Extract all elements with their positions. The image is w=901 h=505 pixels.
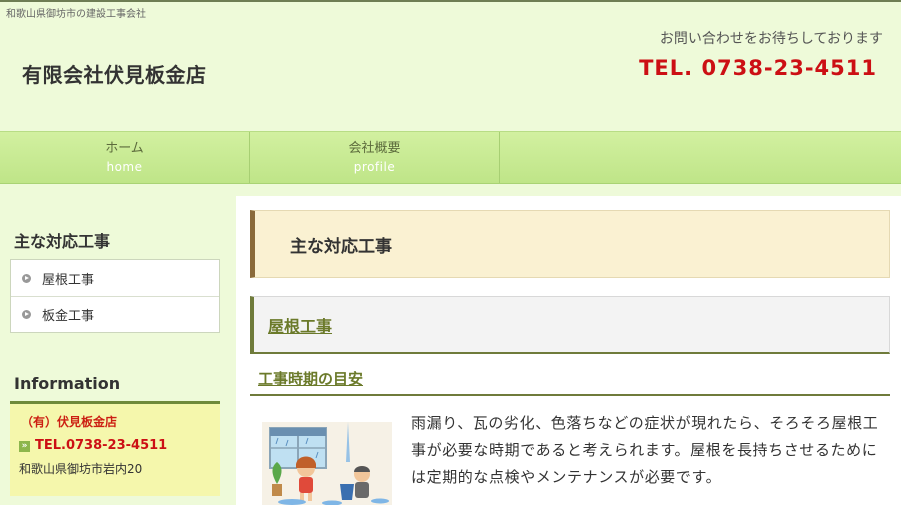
nav-item-sublabel: profile <box>353 159 396 174</box>
arrow-bullet-icon <box>22 273 31 283</box>
sidebar-item-label: 屋根工事 <box>42 272 95 288</box>
arrow-bullet-icon <box>22 310 31 319</box>
subsection-title[interactable]: 工事時期の目安 <box>250 364 890 396</box>
nav-item-sublabel: home <box>106 159 143 174</box>
sidebar-item-roofing[interactable]: 屋根工事 <box>11 260 219 296</box>
global-navigation: ホーム home 会社概要 profile <box>0 131 901 184</box>
nav-item-label: 会社概要 <box>348 140 401 156</box>
contact-message: お問い合わせをお待ちしております <box>659 31 883 47</box>
info-phone-number: TEL.0738-23-4511 <box>35 438 168 453</box>
site-title[interactable]: 有限会社伏見板金店 <box>22 59 207 88</box>
page-title: 主な対応工事 <box>250 210 890 278</box>
site-tagline: 和歌山県御坊市の建設工事会社 <box>6 9 146 20</box>
body-text: 雨漏り、瓦の劣化、色落ちなどの症状が現れたら、そろそろ屋根工事が必要な時期である… <box>411 414 879 486</box>
info-company-name: （有）伏見板金店 <box>21 415 118 429</box>
nav-item-profile[interactable]: 会社概要 profile <box>250 132 500 183</box>
nav-item-label: ホーム <box>105 140 144 156</box>
information-box: （有）伏見板金店 » TEL.0738-23-4511 和歌山県御坊市岩内20 <box>10 404 220 496</box>
nav-item-home[interactable]: ホーム home <box>0 132 250 183</box>
info-phone[interactable]: » TEL.0738-23-4511 <box>19 437 211 455</box>
double-chevron-icon: » <box>19 440 30 452</box>
sidebar-item-sheet-metal[interactable]: 板金工事 <box>11 296 219 332</box>
roof-leak-illustration <box>262 422 392 505</box>
main-content: 主な対応工事 屋根工事 工事時期の目安 雨漏り、瓦の劣化、色落ちなどの症状が現れ… <box>236 196 901 505</box>
sidebar-heading-information: Information <box>10 374 220 404</box>
section-title-roofing[interactable]: 屋根工事 <box>250 296 890 354</box>
sidebar-menu: 屋根工事 板金工事 <box>10 259 220 333</box>
header-phone-number[interactable]: TEL. 0738-23-4511 <box>639 56 877 80</box>
sidebar-item-label: 板金工事 <box>42 309 95 324</box>
sidebar-heading-services: 主な対応工事 <box>10 228 220 263</box>
top-border <box>0 0 901 2</box>
info-address: 和歌山県御坊市岩内20 <box>19 462 143 476</box>
